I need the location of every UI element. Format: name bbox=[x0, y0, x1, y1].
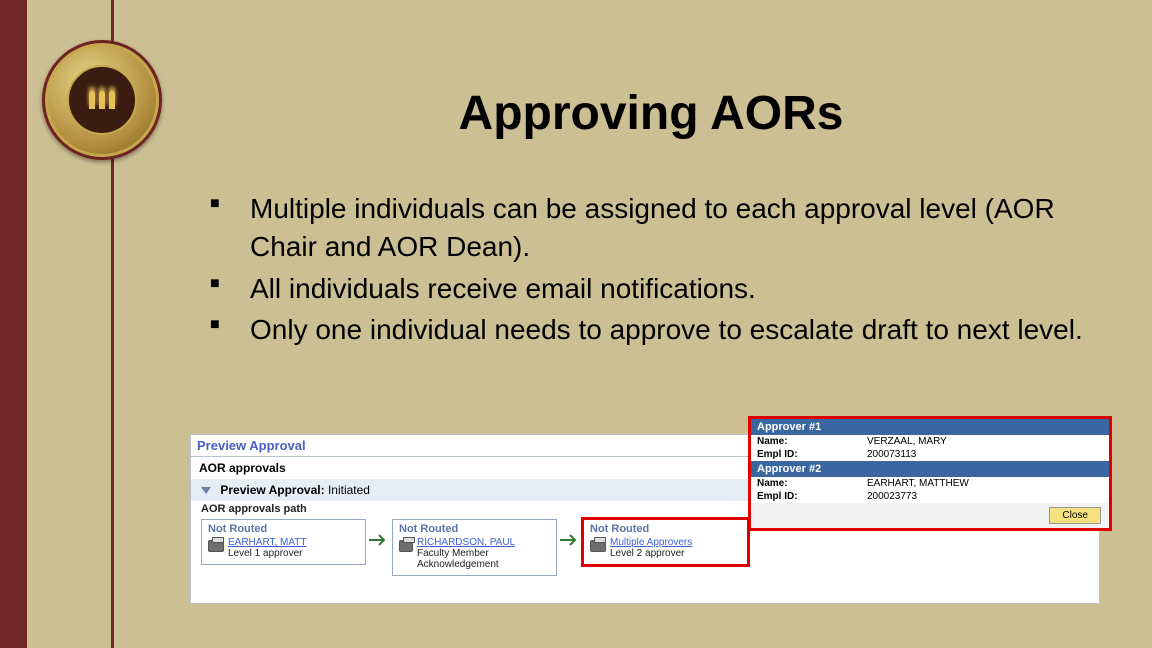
approval-step-2: Not Routed RICHARDSON, PAUL Faculty Memb… bbox=[392, 519, 557, 576]
emplid-value: 200073113 bbox=[867, 449, 916, 460]
name-label: Name: bbox=[757, 478, 867, 489]
emplid-value: 200023773 bbox=[867, 491, 917, 502]
emplid-label: Empl ID: bbox=[757, 491, 867, 502]
step-approver-link[interactable]: Multiple Approvers bbox=[610, 537, 692, 548]
bullet-item: All individuals receive email notificati… bbox=[190, 270, 1092, 308]
bullet-item: Multiple individuals can be assigned to … bbox=[190, 190, 1092, 266]
step-status: Not Routed bbox=[208, 523, 359, 535]
maroon-stripe bbox=[0, 0, 27, 648]
name-label: Name: bbox=[757, 436, 867, 447]
approver-icon bbox=[399, 540, 413, 552]
step-role: Level 1 approver bbox=[228, 548, 303, 559]
emplid-label: Empl ID: bbox=[757, 449, 867, 460]
slide: Approving AORs Multiple individuals can … bbox=[0, 0, 1152, 648]
step-approver-link[interactable]: RICHARDSON, PAUL bbox=[417, 537, 550, 548]
approver-icon bbox=[208, 540, 224, 552]
preview-status-label: Preview Approval: bbox=[220, 483, 324, 497]
preview-status-value: Initiated bbox=[328, 483, 370, 497]
approver-icon bbox=[590, 540, 606, 552]
collapse-icon[interactable] bbox=[201, 487, 211, 494]
bullet-list: Multiple individuals can be assigned to … bbox=[190, 190, 1092, 353]
approver-header-2: Approver #2 bbox=[751, 461, 1109, 477]
popup-footer: Close bbox=[751, 503, 1109, 528]
flow-arrow bbox=[366, 519, 392, 547]
step-role: Faculty Member Acknowledgement bbox=[417, 548, 499, 570]
university-seal bbox=[42, 40, 162, 160]
approver-header-1: Approver #1 bbox=[751, 419, 1109, 435]
slide-title: Approving AORs bbox=[190, 86, 1112, 141]
step-status: Not Routed bbox=[399, 523, 550, 535]
name-value: EARHART, MATTHEW bbox=[867, 478, 969, 489]
step-approver-link[interactable]: EARHART, MATT bbox=[228, 537, 307, 548]
seal-inner bbox=[67, 65, 137, 135]
close-button[interactable]: Close bbox=[1049, 507, 1101, 524]
name-value: VERZAAL, MARY bbox=[867, 436, 947, 447]
step-role: Level 2 approver bbox=[610, 548, 685, 559]
approvers-popup: Approver #1 Name: VERZAAL, MARY Empl ID:… bbox=[748, 416, 1112, 531]
approval-step-1: Not Routed EARHART, MATT Level 1 approve… bbox=[201, 519, 366, 565]
step-status: Not Routed bbox=[590, 523, 741, 535]
bullet-item: Only one individual needs to approve to … bbox=[190, 311, 1092, 349]
approval-step-3: Not Routed Multiple Approvers Level 2 ap… bbox=[583, 519, 748, 565]
flow-arrow bbox=[557, 519, 583, 547]
